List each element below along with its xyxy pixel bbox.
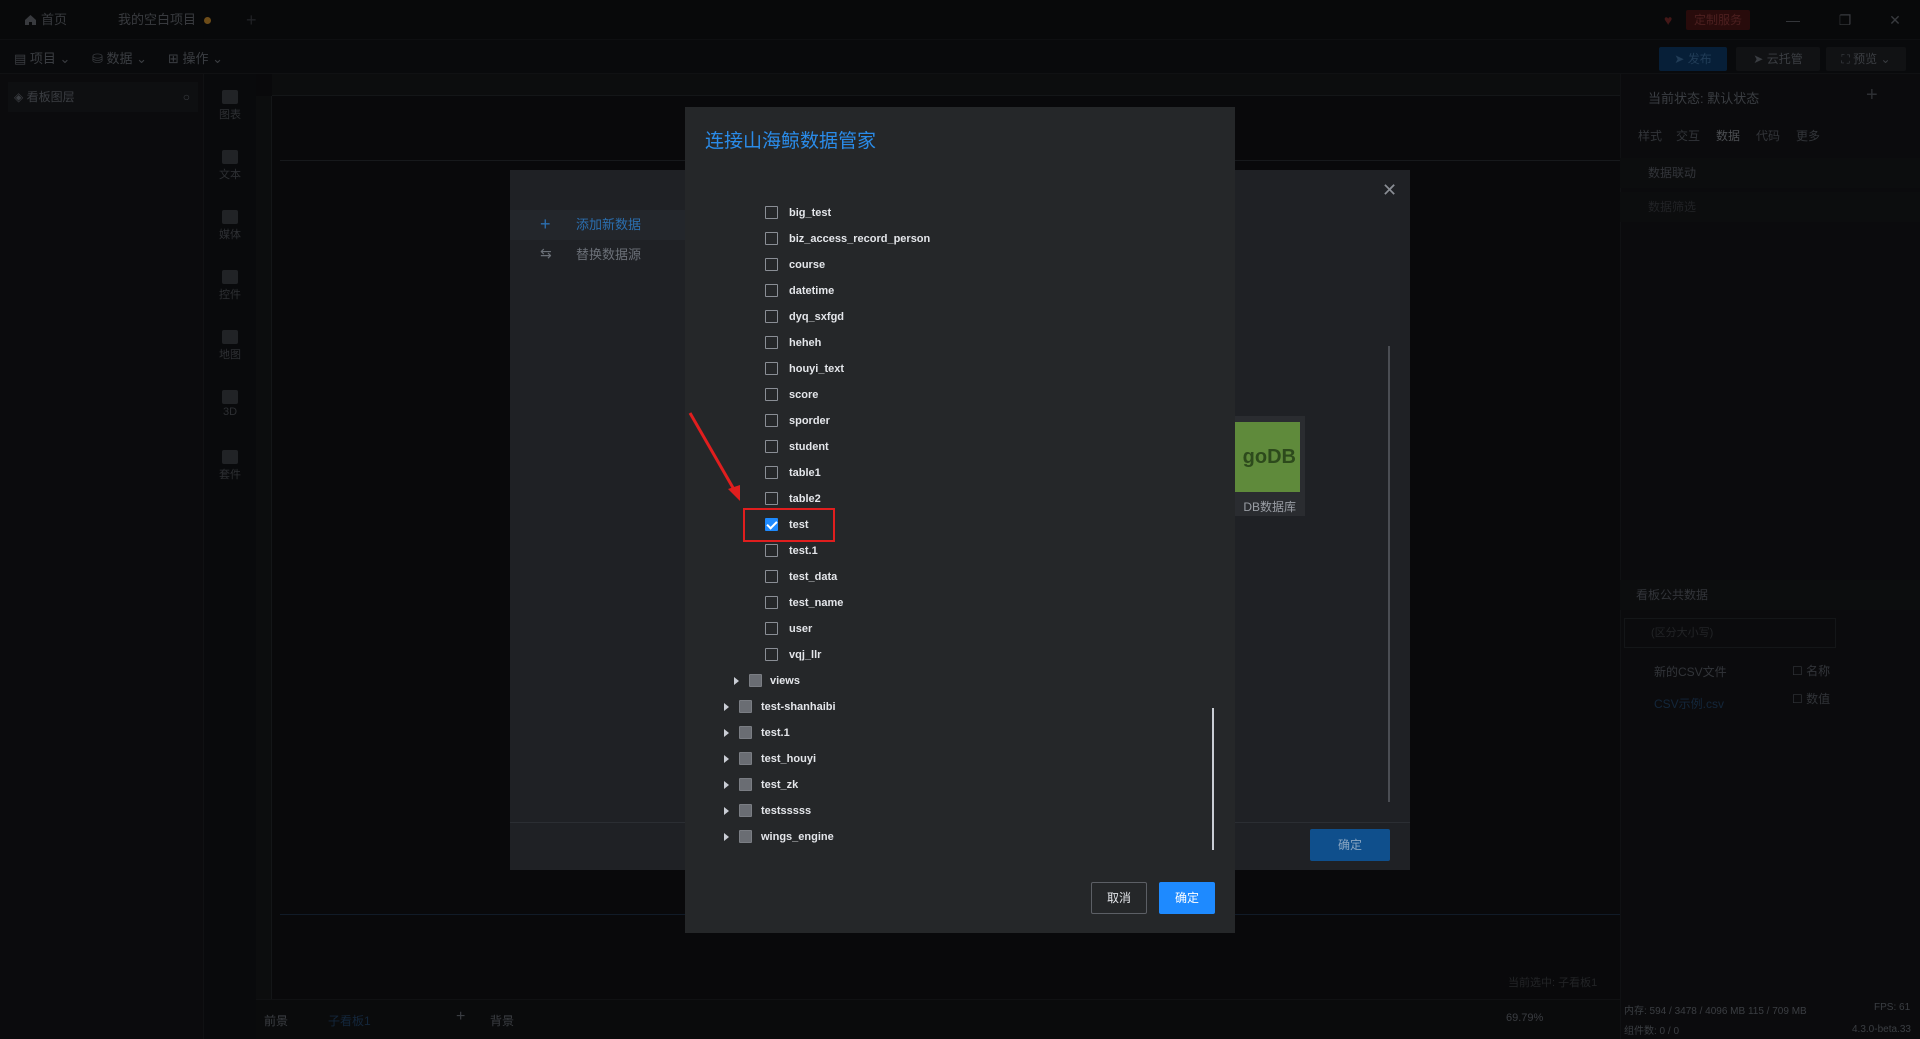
table-checkbox[interactable]: [765, 440, 778, 453]
mongodb-label: DB数据库: [1243, 500, 1296, 514]
database-checkbox[interactable]: [739, 700, 752, 713]
database-label: test_zk: [761, 779, 799, 791]
cancel-button[interactable]: 取消: [1091, 882, 1147, 914]
expand-caret-icon[interactable]: [734, 677, 739, 685]
expand-caret-icon[interactable]: [724, 807, 729, 815]
views-label: views: [770, 675, 800, 687]
dialog-scrollbar[interactable]: [1388, 346, 1390, 802]
expand-caret-icon[interactable]: [724, 781, 729, 789]
table-label: vqj_llr: [789, 649, 822, 661]
modal-title: 连接山海鲸数据管家: [705, 131, 877, 152]
table-checkbox[interactable]: [765, 596, 778, 609]
mongodb-logo: goDB: [1230, 422, 1300, 492]
red-arrow-annotation: [688, 412, 740, 501]
table-checkbox[interactable]: [765, 362, 778, 375]
table-checkbox[interactable]: [765, 544, 778, 557]
table-checkbox[interactable]: [765, 232, 778, 245]
table-checkbox[interactable]: [765, 336, 778, 349]
close-icon[interactable]: ✕: [1382, 180, 1397, 201]
database-label: test.1: [761, 727, 790, 739]
table-checkbox[interactable]: [765, 414, 778, 427]
database-checkbox[interactable]: [739, 830, 752, 843]
expand-caret-icon[interactable]: [724, 729, 729, 737]
table-checkbox[interactable]: [765, 622, 778, 635]
modal-scrollbar[interactable]: [1212, 708, 1214, 850]
table-label: big_test: [789, 207, 832, 219]
database-label: test_houyi: [761, 753, 817, 765]
swap-icon: ⇆: [540, 245, 552, 261]
table-label: table2: [789, 493, 821, 505]
database-checkbox[interactable]: [739, 778, 752, 791]
table-label: user: [789, 623, 813, 635]
table-label: test_data: [789, 571, 838, 583]
table-label: biz_access_record_person: [789, 233, 931, 245]
database-label: test-shanhaibi: [761, 701, 836, 713]
add-new-data-item[interactable]: 添加新数据: [510, 210, 685, 240]
table-label: datetime: [789, 285, 835, 297]
database-checkbox[interactable]: [739, 752, 752, 765]
table-checkbox[interactable]: [765, 310, 778, 323]
highlight-annotation: [743, 508, 835, 542]
table-checkbox[interactable]: [765, 206, 778, 219]
expand-caret-icon[interactable]: [724, 755, 729, 763]
ok-button[interactable]: 确定: [1159, 882, 1215, 914]
replace-source-item[interactable]: 替换数据源: [510, 240, 685, 270]
table-checkbox[interactable]: [765, 648, 778, 661]
table-label: test_name: [789, 597, 844, 609]
database-label: testsssss: [761, 805, 812, 817]
database-label: wings_engine: [761, 831, 834, 843]
table-checkbox[interactable]: [765, 258, 778, 271]
table-label: sporder: [789, 415, 830, 427]
expand-caret-icon[interactable]: [724, 833, 729, 841]
table-label: score: [789, 389, 819, 401]
dialog-confirm-button[interactable]: 确定: [1310, 829, 1390, 861]
table-checkbox[interactable]: [765, 388, 778, 401]
expand-caret-icon[interactable]: [724, 703, 729, 711]
table-label: houyi_text: [789, 363, 845, 375]
table-checkbox[interactable]: [765, 492, 778, 505]
database-checkbox[interactable]: [739, 726, 752, 739]
table-label: heheh: [789, 337, 822, 349]
table-label: course: [789, 259, 826, 271]
table-label: table1: [789, 467, 821, 479]
table-label: student: [789, 441, 829, 453]
views-checkbox[interactable]: [749, 674, 762, 687]
table-checkbox[interactable]: [765, 466, 778, 479]
database-checkbox[interactable]: [739, 804, 752, 817]
table-checkbox[interactable]: [765, 284, 778, 297]
table-label: dyq_sxfgd: [789, 311, 845, 323]
plus-icon: +: [540, 214, 551, 234]
table-label: test.1: [789, 545, 818, 557]
table-checkbox[interactable]: [765, 570, 778, 583]
